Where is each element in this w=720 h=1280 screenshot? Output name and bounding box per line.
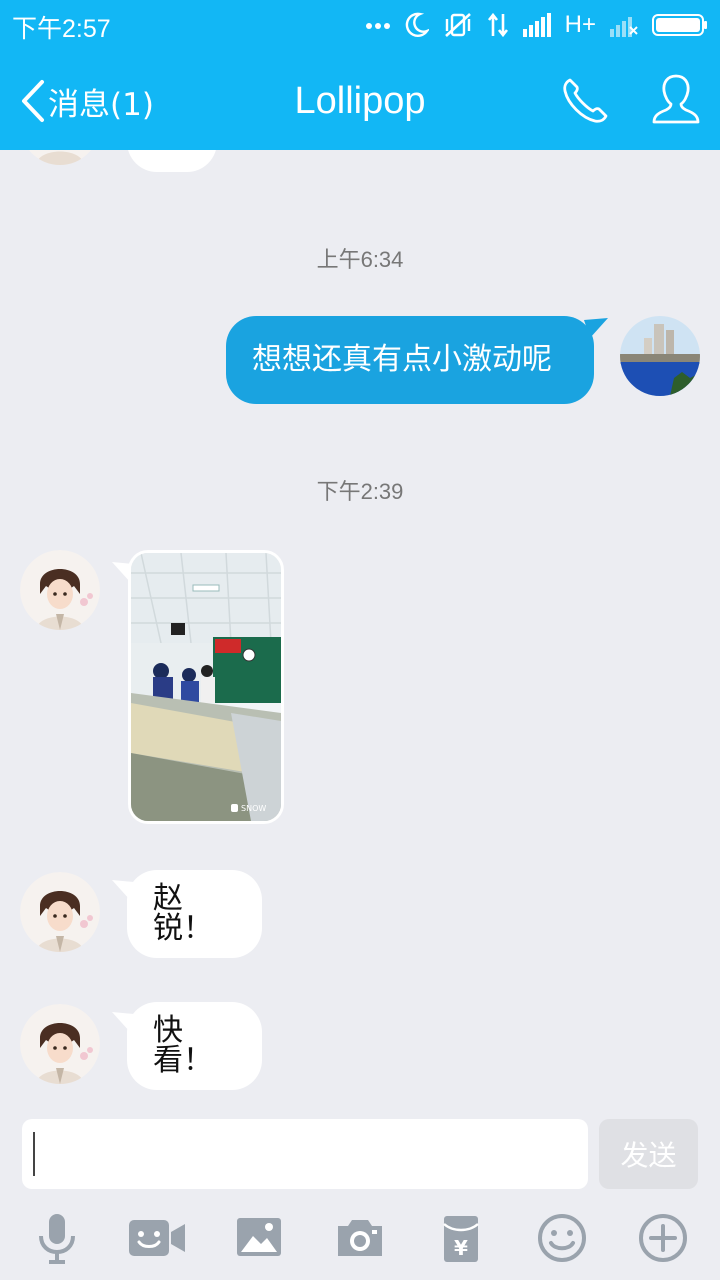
- video-call-button[interactable]: [129, 1212, 185, 1264]
- camera-button[interactable]: [332, 1212, 388, 1264]
- message-list[interactable]: 上午6:34 想想还真有点小激动呢 下午2:39 SNOW 赵锐！ 快看！: [0, 150, 720, 1108]
- status-bar: 下午2:57 H+: [0, 0, 720, 50]
- microphone-icon: [39, 1214, 75, 1264]
- input-toolbar: ¥: [0, 1196, 720, 1280]
- network-type-label: H+: [564, 11, 596, 38]
- person-icon: [652, 74, 700, 124]
- timestamp: 上午6:34: [316, 247, 404, 272]
- chat-title: Lollipop: [294, 80, 426, 122]
- photo-button[interactable]: [231, 1212, 287, 1264]
- message-bubble[interactable]: [127, 150, 217, 172]
- back-label: 消息(1): [48, 86, 154, 123]
- emoji-button[interactable]: [534, 1212, 590, 1264]
- profile-button[interactable]: [650, 72, 702, 128]
- photo-icon: [237, 1218, 281, 1256]
- voice-button[interactable]: [29, 1212, 85, 1264]
- video-call-icon: [129, 1220, 185, 1256]
- data-arrows-icon: [487, 12, 508, 38]
- contact-avatar[interactable]: [20, 550, 100, 630]
- classroom-photo: SNOW: [131, 553, 281, 821]
- message-bubble-outgoing[interactable]: 想想还真有点小激动呢: [226, 316, 594, 404]
- contact-avatar[interactable]: [20, 150, 100, 165]
- red-packet-icon: ¥: [443, 1216, 479, 1262]
- status-icons: H+: [365, 10, 708, 40]
- text-cursor: [33, 1132, 35, 1176]
- svg-text:¥: ¥: [454, 1236, 468, 1260]
- phone-call-button[interactable]: [560, 74, 612, 126]
- camera-icon: [338, 1220, 382, 1256]
- message-text: 快看！: [153, 1013, 213, 1078]
- moon-icon: [405, 12, 429, 37]
- self-avatar[interactable]: [620, 316, 700, 396]
- red-packet-button[interactable]: ¥: [433, 1212, 489, 1264]
- message-text: 赵锐！: [153, 881, 213, 946]
- battery-icon: [652, 14, 707, 36]
- message-bubble-incoming[interactable]: 赵锐！: [127, 870, 262, 958]
- vibrate-off-icon: [444, 13, 471, 37]
- timestamp: 下午2:39: [316, 479, 404, 504]
- plus-icon: [639, 1214, 687, 1262]
- emoji-icon: [538, 1214, 586, 1262]
- status-time: 下午2:57: [12, 15, 111, 43]
- back-button[interactable]: 消息(1): [20, 78, 154, 124]
- message-bubble-incoming[interactable]: 快看！: [127, 1002, 262, 1090]
- more-dots-icon: [365, 23, 390, 29]
- image-message[interactable]: SNOW: [128, 550, 284, 824]
- signal-icon: [522, 13, 551, 37]
- chat-header: 消息(1) Lollipop: [0, 50, 720, 150]
- chevron-left-icon: [22, 80, 44, 122]
- message-text: 想想还真有点小激动呢: [252, 342, 552, 377]
- contact-avatar[interactable]: [20, 872, 100, 952]
- watermark-text: SNOW: [241, 804, 266, 813]
- contact-avatar[interactable]: [20, 1004, 100, 1084]
- more-button[interactable]: [635, 1212, 691, 1264]
- phone-icon: [563, 78, 608, 123]
- signal-icon: [610, 17, 638, 37]
- send-button[interactable]: 发送: [599, 1119, 698, 1189]
- message-input[interactable]: [22, 1119, 588, 1189]
